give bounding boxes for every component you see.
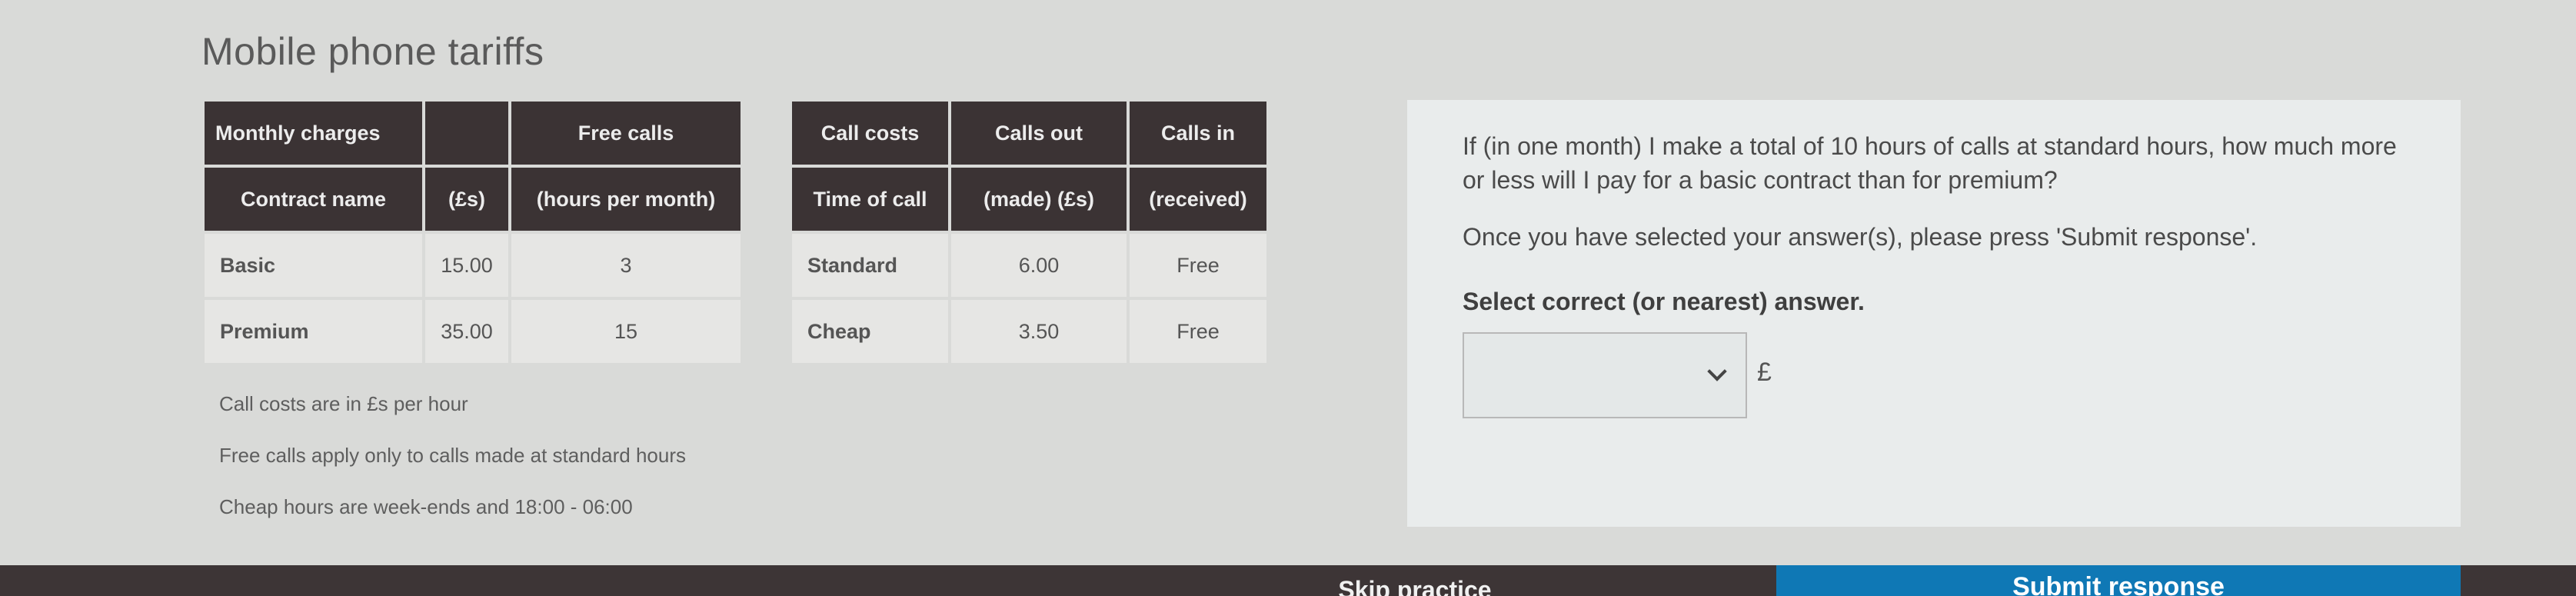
table-row: Standard 6.00 Free xyxy=(792,234,1266,297)
chevron-down-icon xyxy=(1707,361,1727,381)
header-cell xyxy=(425,102,508,165)
header-cell: Time of call xyxy=(792,168,948,231)
header-cell: (hours per month) xyxy=(511,168,741,231)
answer-select[interactable] xyxy=(1463,332,1747,418)
time-of-call-cell: Cheap xyxy=(792,300,948,363)
submit-response-button[interactable]: Submit response xyxy=(1776,565,2461,596)
instruction-text: Once you have selected your answer(s), p… xyxy=(1463,223,2258,251)
time-of-call-cell: Standard xyxy=(792,234,948,297)
call-costs-table: Call costs Calls out Calls in Time of ca… xyxy=(789,98,1270,366)
calls-in-cell: Free xyxy=(1130,300,1266,363)
header-cell: Contract name xyxy=(205,168,422,231)
table-row: Cheap 3.50 Free xyxy=(792,300,1266,363)
header-cell: Call costs xyxy=(792,102,948,165)
header-cell: Calls in xyxy=(1130,102,1266,165)
header-cell: (received) xyxy=(1130,168,1266,231)
bottom-action-bar: Skip practice Submit response xyxy=(0,565,2576,596)
calls-out-cell: 3.50 xyxy=(951,300,1127,363)
note-text: Free calls apply only to calls made at s… xyxy=(219,444,686,467)
calls-out-cell: 6.00 xyxy=(951,234,1127,297)
charge-cell: 15.00 xyxy=(425,234,508,297)
page-title: Mobile phone tariffs xyxy=(201,30,544,73)
free-calls-cell: 3 xyxy=(511,234,741,297)
table-header-row: Time of call (made) (£s) (received) xyxy=(792,168,1266,231)
question-text: If (in one month) I make a total of 10 h… xyxy=(1463,132,2397,194)
answer-prompt: Select correct (or nearest) answer. xyxy=(1463,288,1865,315)
note-text: Call costs are in £s per hour xyxy=(219,392,468,415)
table-header-row: Monthly charges Free calls xyxy=(205,102,741,165)
currency-symbol: £ xyxy=(1757,358,1772,387)
monthly-charges-table: Monthly charges Free calls Contract name… xyxy=(201,98,744,366)
table-row: Premium 35.00 15 xyxy=(205,300,741,363)
table-header-row: Contract name (£s) (hours per month) xyxy=(205,168,741,231)
charge-cell: 35.00 xyxy=(425,300,508,363)
table-header-row: Call costs Calls out Calls in xyxy=(792,102,1266,165)
free-calls-cell: 15 xyxy=(511,300,741,363)
note-text: Cheap hours are week-ends and 18:00 - 06… xyxy=(219,495,633,518)
question-panel: If (in one month) I make a total of 10 h… xyxy=(1407,100,2461,527)
table-row: Basic 15.00 3 xyxy=(205,234,741,297)
header-cell: Calls out xyxy=(951,102,1127,165)
header-cell: Free calls xyxy=(511,102,741,165)
header-cell: Monthly charges xyxy=(205,102,422,165)
header-cell: (£s) xyxy=(425,168,508,231)
contract-name-cell: Basic xyxy=(205,234,422,297)
header-cell: (made) (£s) xyxy=(951,168,1127,231)
table-notes: Call costs are in £s per hour Free calls… xyxy=(219,392,686,547)
calls-in-cell: Free xyxy=(1130,234,1266,297)
contract-name-cell: Premium xyxy=(205,300,422,363)
skip-practice-button[interactable]: Skip practice xyxy=(1200,565,1630,596)
